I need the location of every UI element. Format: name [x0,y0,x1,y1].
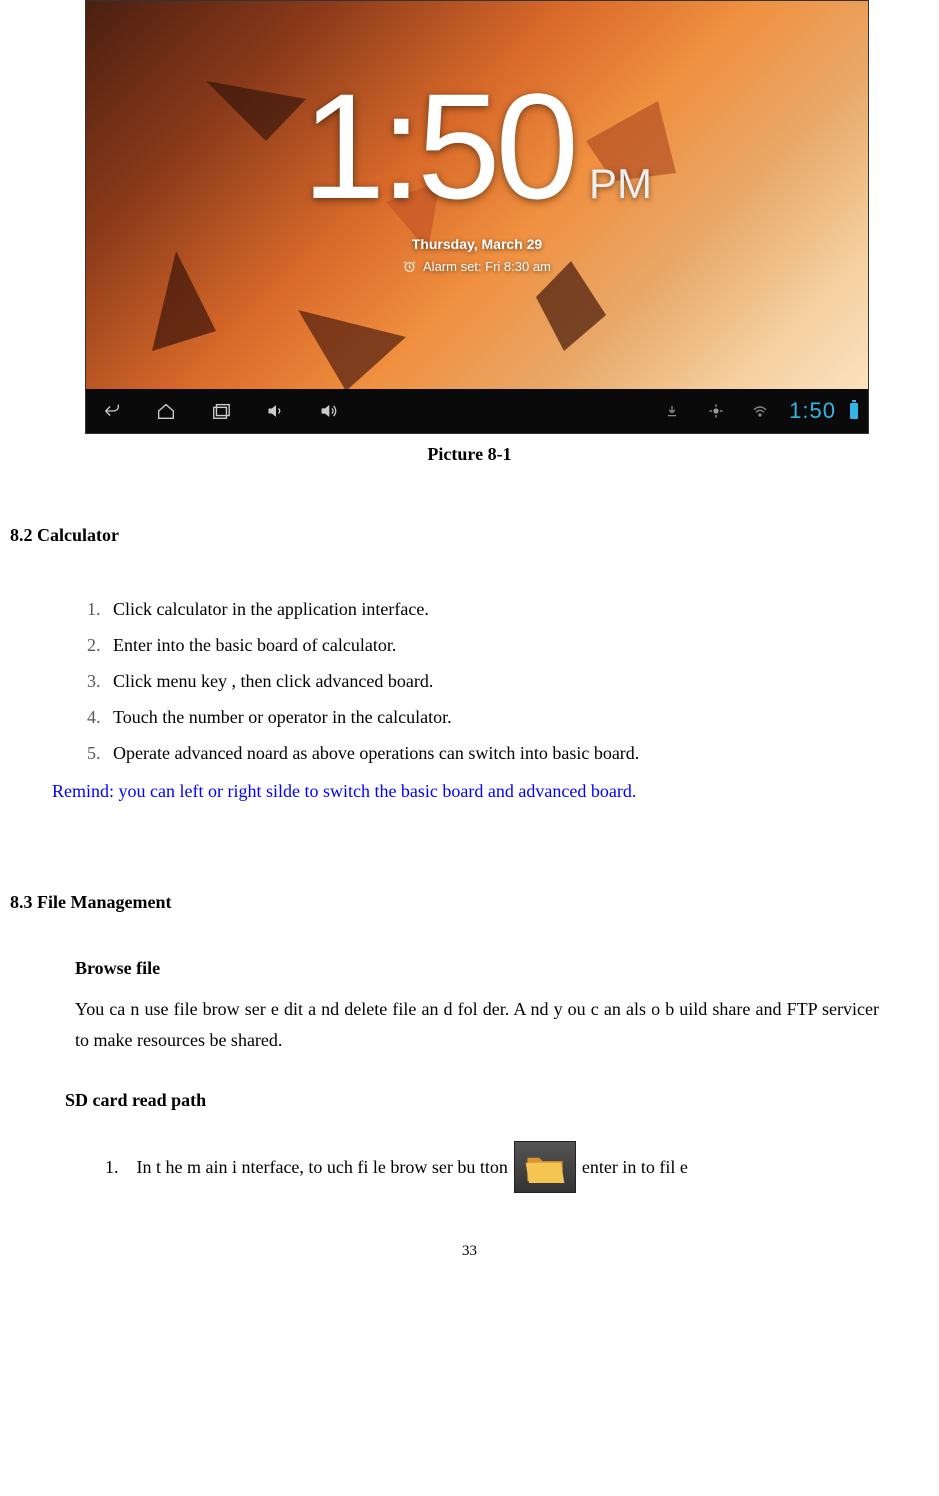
list-item: Touch the number or operator in the calc… [105,699,929,735]
tablet-screenshot-figure: 1:50 PM Thursday, March 29 Alarm set: Fr… [85,0,869,434]
list-item: Enter into the basic board of calculator… [105,627,929,663]
decorative-shard [286,301,406,391]
list-item: Click calculator in the application inte… [105,591,929,627]
home-icon[interactable] [151,396,181,426]
list-item: Operate advanced noard as above operatio… [105,735,929,771]
sd-card-heading: SD card read path [65,1090,929,1111]
recent-apps-icon[interactable] [206,396,236,426]
file-browser-icon [514,1141,576,1193]
clock-ampm: PM [589,160,652,208]
download-icon[interactable] [657,396,687,426]
alarm-text: Alarm set: Fri 8:30 am [423,259,551,274]
usb-debug-icon[interactable] [701,396,731,426]
decorative-shard [206,81,306,141]
section-heading-8-3: 8.3 File Management [10,892,929,913]
battery-icon [850,403,858,419]
tablet-screenshot: 1:50 PM Thursday, March 29 Alarm set: Fr… [85,0,869,434]
clock-time: 1:50 [302,71,574,221]
list-text-pre: In t he m ain i nterface, to uch fi le b… [137,1149,508,1185]
list-text-post: enter in to fil e [582,1149,688,1185]
nav-clock: 1:50 [789,398,836,424]
figure-caption: Picture 8-1 [10,444,929,465]
list-item: Click menu key , then click advanced boa… [105,663,929,699]
clock-date: Thursday, March 29 [86,236,868,252]
clock-alarm: Alarm set: Fri 8:30 am [86,259,868,276]
clock-display: 1:50 PM [302,71,652,221]
back-icon[interactable] [96,396,126,426]
list-number: 1. [105,1149,119,1185]
wifi-icon[interactable] [745,396,775,426]
section-heading-8-2: 8.2 Calculator [10,525,929,546]
alarm-icon [403,260,416,276]
calculator-steps-list: Click calculator in the application inte… [105,591,929,771]
sd-card-list: 1. In t he m ain i nterface, to uch fi l… [105,1141,929,1193]
volume-up-icon[interactable] [316,396,346,426]
remind-note: Remind: you can left or right silde to s… [52,781,929,802]
list-item: 1. In t he m ain i nterface, to uch fi l… [105,1141,929,1193]
page-number: 33 [10,1243,929,1260]
browse-file-heading: Browse file [75,958,929,979]
android-nav-bar: 1:50 [86,389,868,433]
browse-file-text: You ca n use file brow ser e dit a nd de… [75,994,879,1055]
volume-down-icon[interactable] [261,396,291,426]
